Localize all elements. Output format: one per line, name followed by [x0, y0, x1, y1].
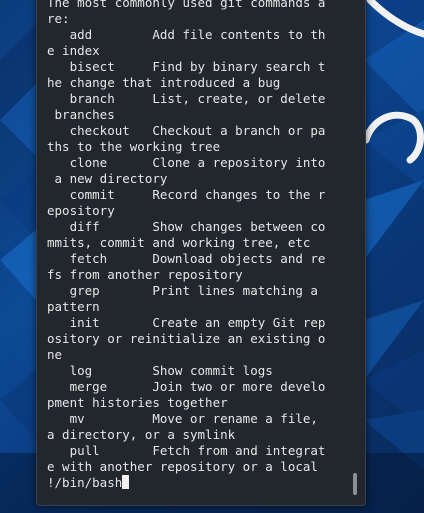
terminal-line: diff Show changes between co	[47, 219, 326, 234]
terminal-line: re:	[47, 11, 70, 26]
terminal-line: ths to the working tree	[47, 139, 221, 154]
terminal-line: ository or reinitialize an existing o	[47, 331, 326, 346]
terminal-scrollbar[interactable]	[351, 0, 357, 495]
terminal-line: log Show commit logs	[47, 363, 273, 378]
terminal-prompt-line[interactable]: !/bin/bash	[47, 475, 347, 491]
terminal-line: bisect Find by binary search t	[47, 59, 326, 74]
terminal-scrollbar-thumb[interactable]	[353, 473, 357, 495]
terminal-line: checkout Checkout a branch or pa	[47, 123, 326, 138]
terminal-line: init Create an empty Git rep	[47, 315, 326, 330]
terminal-line: mv Move or rename a file,	[47, 411, 318, 426]
terminal-line: epository	[47, 203, 115, 218]
terminal-output[interactable]: The most commonly used git commands a re:…	[47, 0, 347, 491]
terminal-line: grep Print lines matching a	[47, 283, 318, 298]
terminal-line: commit Record changes to the r	[47, 187, 326, 202]
terminal-line: branches	[47, 107, 115, 122]
terminal-line: a new directory	[47, 171, 168, 186]
terminal-line: fetch Download objects and re	[47, 251, 326, 266]
terminal-line: add Add file contents to th	[47, 27, 326, 42]
terminal-cursor	[122, 475, 130, 489]
terminal-line: he change that introduced a bug	[47, 75, 281, 90]
terminal-line: ne	[47, 347, 63, 362]
terminal-line: clone Clone a repository into	[47, 155, 326, 170]
terminal-line: pattern	[47, 299, 100, 314]
terminal-line: e index	[47, 43, 100, 58]
terminal-window[interactable]: The most commonly used git commands a re:…	[36, 0, 366, 506]
terminal-line: pull Fetch from and integrat	[47, 443, 326, 458]
terminal-line: mmits, commit and working tree, etc	[47, 235, 311, 250]
terminal-line: merge Join two or more develo	[47, 379, 326, 394]
terminal-line: branch List, create, or delete	[47, 91, 326, 106]
terminal-line: fs from another repository	[47, 267, 243, 282]
terminal-line: a directory, or a symlink	[47, 427, 236, 442]
terminal-line: pment histories together	[47, 395, 228, 410]
terminal-line: e with another repository or a local	[47, 459, 318, 474]
terminal-prompt-text: !/bin/bash	[47, 475, 123, 490]
terminal-line: The most commonly used git commands a	[47, 0, 326, 10]
